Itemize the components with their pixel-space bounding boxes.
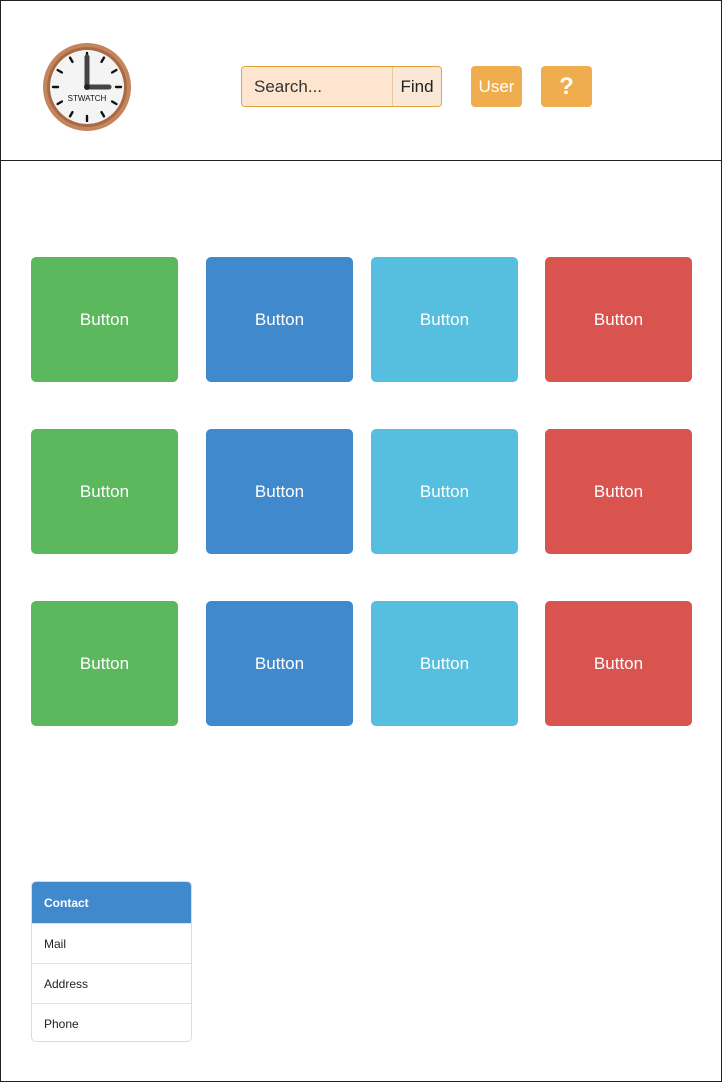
grid-button-12[interactable]: Button — [545, 601, 692, 726]
page-frame: STWATCH Find User ? Button Button Button… — [0, 0, 722, 1082]
logo-text: STWATCH — [68, 94, 107, 103]
grid-button-9[interactable]: Button — [31, 601, 178, 726]
user-button[interactable]: User — [471, 66, 522, 107]
search-input[interactable] — [242, 67, 392, 106]
grid-button-6[interactable]: Button — [206, 429, 353, 554]
grid-button-8[interactable]: Button — [545, 429, 692, 554]
contact-panel-title: Contact — [32, 882, 191, 923]
grid-button-3[interactable]: Button — [371, 257, 518, 382]
grid-button-5[interactable]: Button — [31, 429, 178, 554]
grid-button-2[interactable]: Button — [206, 257, 353, 382]
find-button[interactable]: Find — [392, 67, 441, 106]
grid-button-1[interactable]: Button — [31, 257, 178, 382]
grid-button-10[interactable]: Button — [206, 601, 353, 726]
clock-logo-icon: STWATCH — [43, 43, 131, 131]
contact-item-phone[interactable]: Phone — [32, 1003, 191, 1041]
grid-button-11[interactable]: Button — [371, 601, 518, 726]
contact-panel: Contact Mail Address Phone — [31, 881, 192, 1042]
grid-button-7[interactable]: Button — [371, 429, 518, 554]
grid-button-4[interactable]: Button — [545, 257, 692, 382]
contact-item-mail[interactable]: Mail — [32, 923, 191, 963]
search-bar: Find — [241, 66, 442, 107]
header-bar: STWATCH Find User ? — [1, 1, 721, 161]
help-button[interactable]: ? — [541, 66, 592, 107]
contact-item-address[interactable]: Address — [32, 963, 191, 1003]
